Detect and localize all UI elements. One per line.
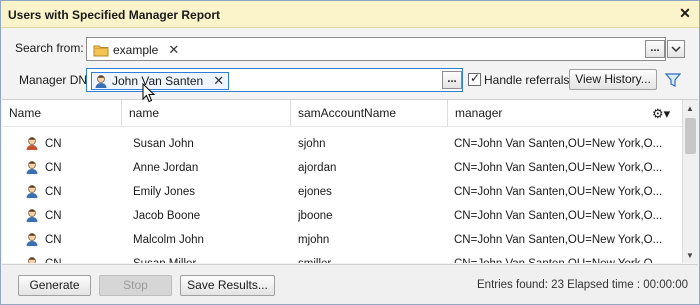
search-chip-label: example	[113, 43, 159, 57]
close-icon[interactable]: ✕	[677, 5, 693, 21]
cell-name: Anne Jordan	[133, 162, 199, 174]
table-row[interactable]: CN Emily Jones ejones CN=John Van Santen,OU…	[2, 180, 682, 204]
cell-manager: CN=John Van Santen,OU=New York,O...	[454, 252, 662, 263]
user-icon	[26, 185, 38, 198]
remove-search-chip-icon[interactable]: ✕	[168, 42, 179, 58]
scroll-up-icon[interactable]: ▲	[686, 104, 694, 113]
cell-type: CN	[45, 162, 62, 174]
cell-name: Susan John	[133, 138, 194, 150]
user-icon	[26, 209, 38, 222]
table-row[interactable]: CN Susan John sjohn CN=John Van Santen,OU=N…	[2, 132, 682, 156]
user-icon	[26, 233, 38, 246]
search-from-field[interactable]: example ✕	[86, 37, 666, 61]
cell-type: CN	[45, 234, 62, 246]
cell-manager: CN=John Van Santen,OU=New York,O...	[454, 138, 663, 150]
cell-manager: CN=John Van Santen,OU=New York,O...	[454, 162, 663, 174]
cell-samaccountname: ejones	[298, 186, 332, 198]
table-row[interactable]: CN Malcolm John mjohn CN=John Van Santen,OU…	[2, 228, 682, 252]
filter-icon[interactable]	[665, 72, 681, 88]
cell-type: CN	[45, 210, 62, 222]
handle-referrals-label: Handle referrals	[484, 73, 570, 87]
manager-browse-button[interactable]: ...	[442, 71, 462, 89]
view-history-button[interactable]: View History...	[569, 69, 657, 90]
search-dropdown-button[interactable]	[667, 40, 685, 58]
window-title: Users with Specified Manager Report	[8, 8, 221, 22]
table-row[interactable]: CN Anne Jordan ajordan CN=John Van Santen,O…	[2, 156, 682, 180]
user-icon	[95, 74, 107, 88]
vertical-scrollbar[interactable]: ▲ ▼	[682, 100, 698, 263]
manager-dn-label: Manager DN	[19, 73, 88, 87]
table-header: Name name samAccountName manager ⚙▾	[2, 100, 682, 127]
search-from-label: Search from:	[15, 41, 84, 55]
cell-name: Emily Jones	[133, 186, 195, 198]
manager-chip[interactable]: John Van Santen ✕	[91, 72, 230, 90]
save-results-button[interactable]: Save Results...	[180, 275, 275, 296]
cell-type: CN	[45, 138, 62, 150]
folder-icon	[93, 45, 109, 56]
column-header-name[interactable]: name	[122, 100, 291, 127]
user-icon	[28, 257, 36, 263]
manager-chip-label: John Van Santen	[112, 74, 204, 88]
scroll-thumb[interactable]	[685, 118, 696, 154]
cell-name: Susan Miller	[133, 252, 196, 263]
user-icon	[26, 137, 38, 150]
column-header-name-type[interactable]: Name	[2, 100, 122, 127]
title-bar: Users with Specified Manager Report ✕	[1, 1, 699, 28]
stop-button[interactable]: Stop	[99, 275, 172, 296]
cell-manager: CN=John Van Santen,OU=New York,O...	[454, 234, 663, 246]
cell-name: Malcolm John	[133, 234, 204, 246]
remove-manager-chip-icon[interactable]: ✕	[213, 73, 224, 89]
cell-samaccountname: jboone	[298, 210, 333, 222]
scroll-down-icon[interactable]: ▼	[686, 251, 694, 260]
cell-manager: CN=John Van Santen,OU=New York,O...	[454, 210, 663, 222]
table-row[interactable]: CN Jacob Boone jboone CN=John Van Santen,OU…	[2, 204, 682, 228]
user-icon	[26, 161, 38, 174]
cell-samaccountname: mjohn	[298, 234, 330, 246]
column-header-manager[interactable]: manager	[448, 100, 648, 127]
table-row[interactable]: CN Susan Miller smiller CN=John Van Santen,…	[2, 252, 682, 263]
search-chip[interactable]: example ✕	[91, 41, 183, 59]
handle-referrals-checkbox[interactable]	[468, 71, 481, 86]
cell-name: Jacob Boone	[133, 210, 201, 222]
chevron-down-icon	[671, 46, 681, 53]
cell-type: CN	[45, 252, 62, 263]
search-browse-button[interactable]: ...	[645, 40, 665, 58]
column-header-samaccountname[interactable]: samAccountName	[291, 100, 448, 127]
cell-samaccountname: ajordan	[298, 162, 337, 174]
generate-button[interactable]: Generate	[18, 275, 91, 296]
gear-icon[interactable]: ⚙▾	[652, 106, 670, 122]
cell-manager: CN=John Van Santen,OU=New York,O...	[454, 186, 663, 198]
footer-bar: Generate Stop Save Results... Entries fo…	[2, 264, 698, 304]
cell-type: CN	[45, 186, 62, 198]
results-table: Name name samAccountName manager ⚙▾ CN Su…	[2, 99, 698, 263]
report-window: Users with Specified Manager Report ✕ Se…	[0, 0, 700, 305]
cell-samaccountname: smiller	[298, 252, 331, 263]
status-text: Entries found: 23 Elapsed time : 00:00:0…	[477, 279, 688, 291]
mouse-cursor-icon	[142, 83, 156, 103]
cell-samaccountname: sjohn	[298, 138, 326, 150]
